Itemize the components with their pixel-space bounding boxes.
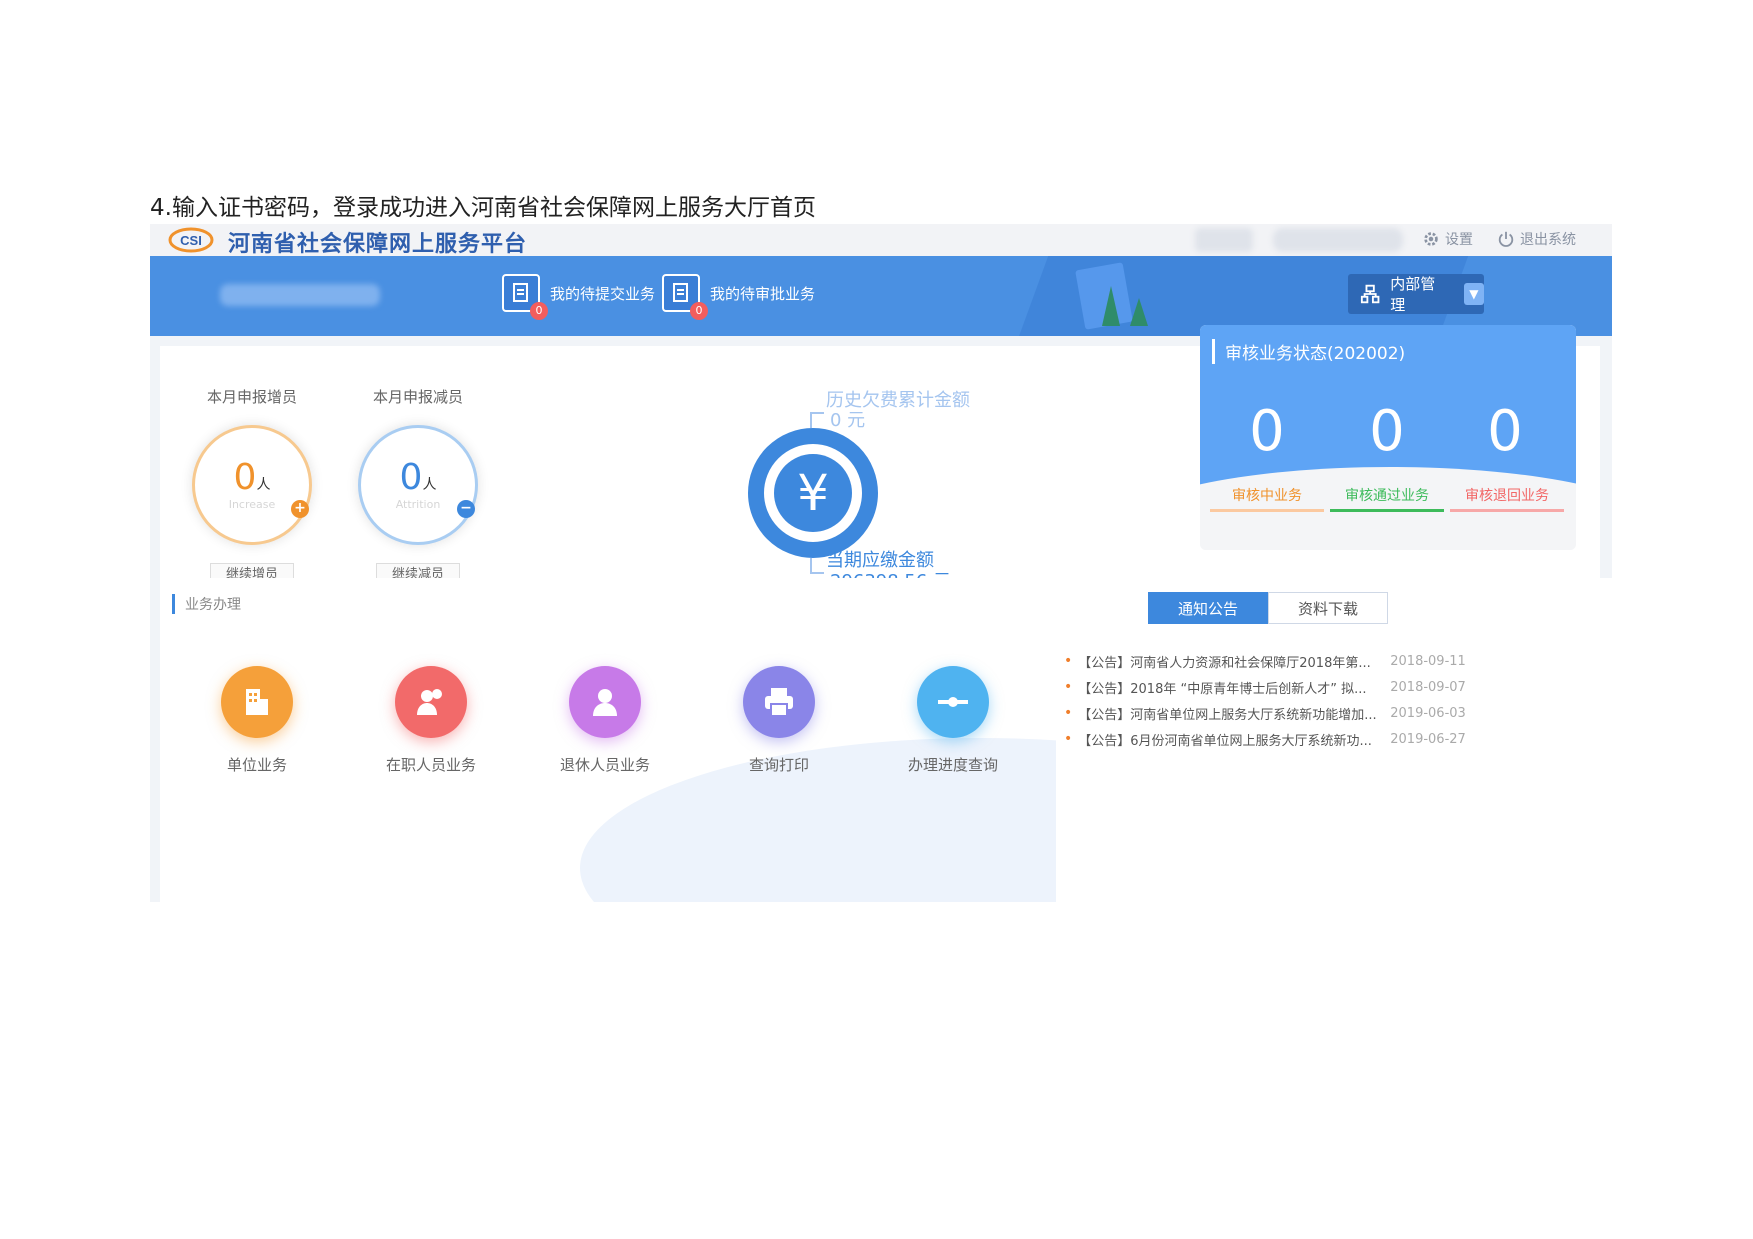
document-icon: 0: [502, 274, 548, 320]
attrition-stat: 本月申报减员 0人 Attrition − 继续减员: [348, 346, 488, 587]
arrears-summary: ¥ 历史欠费累计金额 0 元 当期应缴金额 296398.56 元: [738, 386, 1058, 592]
increase-unit: 人: [256, 476, 271, 493]
tab-downloads[interactable]: 资料下载: [1268, 592, 1388, 624]
pending-approval-nav[interactable]: 0 我的待审批业务: [662, 274, 816, 320]
notice-title[interactable]: 【公告】6月份河南省单位网上服务大厅系统新功...: [1078, 730, 1378, 749]
notice-date: 2019-06-27: [1390, 731, 1466, 747]
notice-date: 2019-06-03: [1390, 705, 1466, 721]
retiree-business-label: 退休人员业务: [559, 756, 650, 774]
increase-sub: Increase: [228, 497, 276, 511]
attrition-sub: Attrition: [395, 497, 441, 511]
internal-management-button[interactable]: 内部管理 ▼: [1348, 274, 1484, 314]
notice-date: 2018-09-11: [1390, 653, 1466, 669]
query-print-entry[interactable]: 查询打印: [704, 666, 854, 775]
notice-title[interactable]: 【公告】河南省人力资源和社会保障厅2018年第...: [1078, 652, 1378, 671]
unit-business-label: 单位业务: [226, 756, 287, 774]
progress-query-label: 办理进度查询: [907, 756, 998, 774]
yuan-icon: ¥: [774, 454, 852, 532]
list-item[interactable]: • 【公告】河南省单位网上服务大厅系统新功能增加... 2019-06-03: [1064, 700, 1584, 726]
tab-notices[interactable]: 通知公告: [1148, 592, 1268, 624]
audit-in-progress-link[interactable]: 审核中业务: [1210, 485, 1324, 512]
audit-in-progress-count: 0: [1249, 399, 1285, 464]
history-arrears-value: 0 元: [830, 410, 866, 431]
notice-date: 2018-09-07: [1390, 679, 1466, 695]
attrition-stat-label: 本月申报减员: [372, 388, 463, 406]
org-chart-icon: [1360, 284, 1380, 304]
audit-status-card: 审核业务状态(202002) 0 0 0 审核中业务 审核通过业务 审核退回业务: [1200, 325, 1576, 550]
tree-illustration: [1102, 286, 1120, 326]
arrears-donut: ¥: [748, 428, 878, 558]
minus-icon[interactable]: −: [457, 500, 475, 518]
list-item[interactable]: • 【公告】6月份河南省单位网上服务大厅系统新功... 2019-06-27: [1064, 726, 1584, 752]
logout-link[interactable]: 退出系统: [1497, 229, 1576, 249]
notice-panel: 通知公告 资料下载 • 【公告】河南省人力资源和社会保障厅2018年第... 2…: [1056, 578, 1612, 902]
notice-title[interactable]: 【公告】2018年 “中原青年博士后创新人才” 拟...: [1078, 678, 1378, 697]
increase-stat-label: 本月申报增员: [206, 388, 297, 406]
audit-approved-count: 0: [1369, 399, 1405, 464]
person-icon: [569, 666, 641, 738]
pending-approval-label: 我的待审批业务: [710, 284, 816, 303]
progress-icon: [917, 666, 989, 738]
list-item[interactable]: • 【公告】2018年 “中原青年博士后创新人才” 拟... 2018-09-0…: [1064, 674, 1584, 700]
tree-illustration: [1130, 298, 1148, 326]
blurred-user-info: [1273, 228, 1403, 252]
building-icon: [221, 666, 293, 738]
site-title: 河南省社会保障网上服务平台: [228, 232, 528, 257]
top-header-bar: CSI 河南省社会保障网上服务平台 设置 退出系统: [150, 224, 1612, 257]
document-icon: 0: [662, 274, 708, 320]
audit-returned-link[interactable]: 审核退回业务: [1450, 485, 1564, 512]
retiree-business-entry[interactable]: 退休人员业务: [530, 666, 680, 775]
notice-list: • 【公告】河南省人力资源和社会保障厅2018年第... 2018-09-11 …: [1064, 648, 1584, 752]
attrition-count: 0: [399, 456, 423, 498]
pending-submit-badge: 0: [530, 302, 548, 320]
audit-approved-link[interactable]: 审核通过业务: [1330, 485, 1444, 512]
bullet-icon: •: [1064, 705, 1073, 721]
bullet-icon: •: [1064, 679, 1073, 695]
notice-tabs: 通知公告 资料下载: [1148, 592, 1388, 624]
audit-title: 审核业务状态(202002): [1212, 339, 1405, 364]
audit-returned-count: 0: [1487, 399, 1523, 464]
pending-submit-label: 我的待提交业务: [550, 284, 656, 303]
settings-label: 设置: [1445, 232, 1473, 248]
internal-management-label: 内部管理: [1390, 275, 1436, 314]
increase-stat: 本月申报增员 0人 Increase + 继续增员: [182, 346, 322, 587]
settings-link[interactable]: 设置: [1422, 229, 1473, 249]
logo-icon: CSI: [168, 227, 214, 253]
logo-text: CSI: [180, 233, 202, 248]
list-item[interactable]: • 【公告】河南省人力资源和社会保障厅2018年第... 2018-09-11: [1064, 648, 1584, 674]
power-icon: [1498, 231, 1514, 247]
employee-business-entry[interactable]: 在职人员业务: [356, 666, 506, 775]
attrition-unit: 人: [422, 476, 437, 493]
portal-screenshot: CSI 河南省社会保障网上服务平台 设置 退出系统 0 我的待提交业务 0 我的…: [150, 224, 1612, 902]
gear-icon: [1424, 232, 1438, 246]
query-print-label: 查询打印: [748, 756, 809, 774]
employee-business-label: 在职人员业务: [385, 756, 476, 774]
business-panel: 业务办理 单位业务 在职人员业务 退休人员业务 查询打印 办理进度查询: [160, 578, 1058, 902]
increase-ring: 0人 Increase +: [192, 425, 312, 545]
pending-submit-nav[interactable]: 0 我的待提交业务: [502, 274, 656, 320]
plus-icon[interactable]: +: [291, 500, 309, 518]
business-title: 业务办理: [172, 594, 241, 614]
progress-query-entry[interactable]: 办理进度查询: [878, 666, 1028, 775]
printer-icon: [743, 666, 815, 738]
bullet-icon: •: [1064, 653, 1073, 669]
attrition-ring: 0人 Attrition −: [358, 425, 478, 545]
nav-band: 0 我的待提交业务 0 我的待审批业务 内部管理 ▼: [150, 256, 1612, 336]
chevron-down-icon[interactable]: ▼: [1463, 283, 1484, 305]
unit-business-entry[interactable]: 单位业务: [182, 666, 332, 775]
logout-label: 退出系统: [1520, 232, 1576, 248]
increase-count: 0: [233, 456, 257, 498]
notice-title[interactable]: 【公告】河南省单位网上服务大厅系统新功能增加...: [1078, 704, 1378, 723]
blurred-user-avatar: [1195, 228, 1253, 252]
leader-line: [810, 558, 824, 574]
bullet-icon: •: [1064, 731, 1073, 747]
pending-approval-badge: 0: [690, 302, 708, 320]
leader-line: [810, 412, 824, 428]
blurred-org-name: [220, 284, 380, 306]
people-icon: [395, 666, 467, 738]
page-caption: 4.输入证书密码，登录成功进入河南省社会保障网上服务大厅首页: [150, 195, 816, 221]
